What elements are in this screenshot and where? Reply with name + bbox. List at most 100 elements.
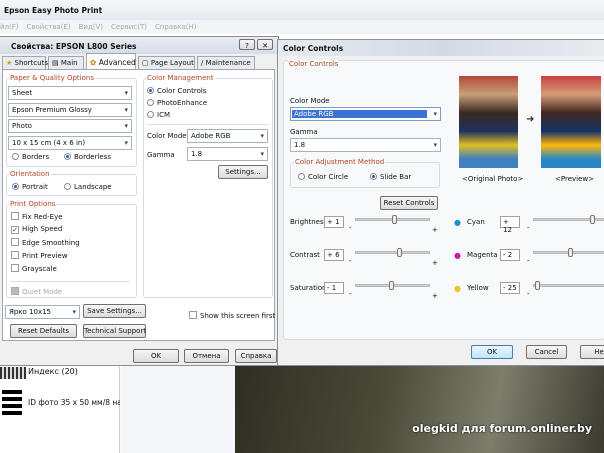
save-settings-button[interactable]: Save Settings... xyxy=(83,304,146,318)
slider-label: Magenta xyxy=(467,251,498,259)
plus-mark: + xyxy=(432,259,438,267)
show-screen-first-checkbox[interactable]: Show this screen first xyxy=(189,311,275,320)
minus-mark: - xyxy=(527,290,530,298)
gamma-label: Gamma xyxy=(147,151,175,159)
portrait-radio[interactable]: Portrait xyxy=(12,183,48,191)
minus-mark: - xyxy=(349,224,352,232)
cc-color-mode-select[interactable]: Adobe RGB xyxy=(290,107,441,121)
preview-pane xyxy=(121,365,235,453)
dialog-titlebar: Свойства: EPSON L800 Series ? ✕ xyxy=(0,37,278,54)
tab-maintenance[interactable]: / Maintenance xyxy=(197,56,255,69)
plus-mark: + xyxy=(432,226,438,234)
preview-photo xyxy=(541,76,601,168)
slider-track[interactable] xyxy=(355,215,430,224)
slider-track[interactable] xyxy=(355,281,430,290)
ink-drop-icon: ● xyxy=(454,284,461,293)
slider-thumb[interactable] xyxy=(391,215,397,224)
tab-main[interactable]: ▤ Main xyxy=(48,56,84,69)
slider-thumb[interactable] xyxy=(568,248,574,257)
slider-value[interactable]: - 1 xyxy=(324,282,344,294)
color-controls-radio[interactable]: Color Controls xyxy=(147,87,206,95)
group-label: Color Management xyxy=(146,74,215,82)
photoenhance-radio[interactable]: PhotoEnhance xyxy=(147,99,207,107)
group-label: Print Options xyxy=(9,200,57,208)
slider-value[interactable]: + 1 xyxy=(324,216,344,228)
slider-track[interactable] xyxy=(533,215,604,224)
tab-page-layout[interactable]: ▢ Page Layout xyxy=(138,56,195,69)
slider-track[interactable] xyxy=(355,248,430,257)
slider-value[interactable]: - 25 xyxy=(500,282,520,294)
borderless-radio[interactable]: Borderless xyxy=(64,153,111,161)
list-item[interactable]: Индекс (20) xyxy=(28,367,78,376)
minus-mark: - xyxy=(527,224,530,232)
dialog-title: Color Controls xyxy=(283,44,344,53)
tab-shortcuts[interactable]: ★ Shortcuts xyxy=(2,56,48,69)
reset-controls-button[interactable]: Reset Controls xyxy=(380,196,438,210)
reset-defaults-button[interactable]: Reset Defaults xyxy=(10,324,77,338)
slider-label: Yellow xyxy=(467,284,489,292)
slider-value[interactable]: - 2 xyxy=(500,249,520,261)
slider-value[interactable]: + 12 xyxy=(500,216,520,234)
slider-track[interactable] xyxy=(533,248,604,257)
minus-mark: - xyxy=(527,257,530,265)
option-checkbox[interactable]: ✓ High Speed xyxy=(11,225,62,234)
arrow-right-icon: ➜ xyxy=(526,114,535,125)
menu-properties[interactable]: Свойства(E) xyxy=(27,23,71,31)
index-thumb-icon xyxy=(0,367,26,379)
close-icon[interactable]: ✕ xyxy=(257,39,273,50)
technical-support-button[interactable]: Technical Support xyxy=(83,324,146,338)
slider-thumb[interactable] xyxy=(589,215,595,224)
ok-button[interactable]: OK xyxy=(133,349,179,363)
slide-bar-radio[interactable]: Slide Bar xyxy=(370,173,411,181)
ink-drop-icon: ● xyxy=(454,251,461,260)
landscape-radio[interactable]: Landscape xyxy=(64,183,112,191)
help-button[interactable]: Справка xyxy=(235,349,277,363)
menu-help[interactable]: Справка(H) xyxy=(155,23,197,31)
gamma-select[interactable]: 1.8 xyxy=(187,147,268,161)
settings-button[interactable]: Settings... xyxy=(218,165,268,179)
minus-mark: - xyxy=(349,257,352,265)
tab-advanced[interactable]: ✿ Advanced xyxy=(86,53,136,70)
cc-gamma-select[interactable]: 1.8 xyxy=(290,138,441,152)
icm-radio[interactable]: ICM xyxy=(147,111,170,119)
slider-thumb[interactable] xyxy=(535,281,541,290)
cc-cancel-button[interactable]: Cancel xyxy=(526,345,567,359)
paper-type-select[interactable]: Epson Premium Glossy xyxy=(8,103,132,117)
background-photo: olegkid для forum.onliner.by xyxy=(235,365,604,453)
option-checkbox[interactable]: Print Preview xyxy=(11,251,68,260)
paper-size-select[interactable]: 10 x 15 cm (4 x 6 in) xyxy=(8,136,132,150)
preset-select[interactable]: Ярко 10x15 xyxy=(5,305,80,319)
paper-source-select[interactable]: Sheet xyxy=(8,86,132,100)
help-icon[interactable]: ? xyxy=(239,39,255,50)
slider-label: Saturation xyxy=(290,284,327,292)
color-mode-select[interactable]: Adobe RGB xyxy=(187,129,268,143)
slider-value[interactable]: + 6 xyxy=(324,249,344,261)
original-photo xyxy=(459,76,518,168)
cc-gamma-label: Gamma xyxy=(290,128,318,136)
list-item[interactable]: ID фото 35 x 50 мм/8 на л xyxy=(28,398,120,407)
menu-view[interactable]: Вид(V) xyxy=(79,23,103,31)
color-mode-label: Color Mode xyxy=(147,132,187,140)
slider-thumb[interactable] xyxy=(397,248,403,257)
slider-track[interactable] xyxy=(533,281,604,290)
slider-thumb[interactable] xyxy=(389,281,395,290)
option-checkbox[interactable]: Edge Smoothing xyxy=(11,238,80,247)
divider xyxy=(147,124,269,125)
app-title: Epson Easy Photo Print xyxy=(4,6,103,15)
menu-file[interactable]: йл(F) xyxy=(0,23,19,31)
menu-tools[interactable]: Сервис(T) xyxy=(111,23,147,31)
cc-ok-button[interactable]: OK xyxy=(471,345,513,359)
cancel-button[interactable]: Отмена xyxy=(184,349,229,363)
quality-select[interactable]: Photo xyxy=(8,119,132,133)
quiet-mode-checkbox[interactable]: Quiet Mode xyxy=(11,287,62,296)
color-circle-radio[interactable]: Color Circle xyxy=(298,173,348,181)
group-label: Orientation xyxy=(9,170,51,178)
option-checkbox[interactable]: Grayscale xyxy=(11,264,57,273)
slider-label: Brightness xyxy=(290,218,328,226)
divider xyxy=(10,281,130,282)
option-checkbox[interactable]: Fix Red-Eye xyxy=(11,212,63,221)
cc-help-button[interactable]: Hel xyxy=(580,345,604,359)
group-label: Color Controls xyxy=(288,60,340,68)
cc-color-mode-label: Color Mode xyxy=(290,97,330,105)
borders-radio[interactable]: Borders xyxy=(12,153,49,161)
